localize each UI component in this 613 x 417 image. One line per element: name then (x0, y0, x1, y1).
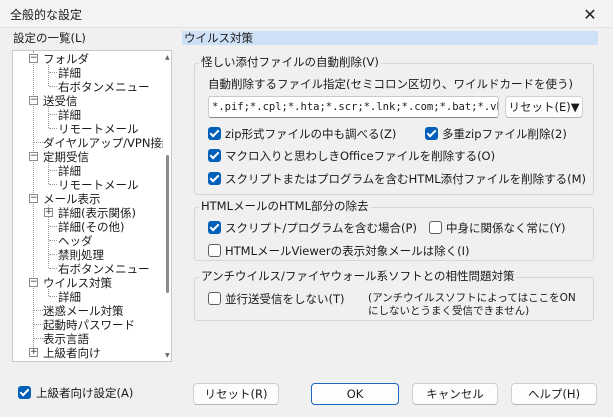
antivirus-note-line1: (アンチウイルスソフトによってはここをON (368, 292, 576, 304)
script-program-checkbox[interactable] (208, 221, 221, 234)
tree-item-folder-detail[interactable]: 詳細 (58, 66, 81, 80)
collapse-icon[interactable]: − (29, 96, 38, 105)
advanced-setting-checkbox[interactable] (18, 386, 31, 399)
panel-header: ウイルス対策 (182, 31, 598, 45)
always-remove-checkbox[interactable] (429, 221, 442, 234)
tree-item-antivirus-detail[interactable]: 詳細 (58, 290, 81, 304)
html-removal-group-label: HTMLメールのHTML部分の除去 (199, 199, 371, 213)
tree-item-scheduled-detail[interactable]: 詳細 (58, 164, 81, 178)
tree-item-mail-display[interactable]: メール表示 (43, 192, 101, 206)
antivirus-compat-group-label: アンチウイルス/ファイヤウォール系ソフトとの相性問題対策 (199, 269, 517, 283)
collapse-icon[interactable]: − (29, 278, 38, 287)
tree-item-send-receive-detail[interactable]: 詳細 (58, 108, 81, 122)
scrollbar-thumb[interactable] (166, 155, 169, 293)
window-title: 全般的な設定 (10, 8, 83, 22)
tree-item-spam[interactable]: 迷惑メール対策 (43, 304, 124, 318)
settings-tree[interactable]: − − − − + − + フォルダ 詳細 右ボタンメニュー 送受信 詳細 リモ… (12, 50, 172, 362)
tree-item-antivirus[interactable]: ウイルス対策 (43, 276, 112, 290)
expand-icon[interactable]: + (29, 348, 38, 357)
reset-button[interactable]: リセット(R) (193, 383, 279, 405)
tree-item-advanced[interactable]: 上級者向け (43, 346, 101, 360)
tree-item-folder[interactable]: フォルダ (43, 52, 89, 66)
tree-item-scheduled-receive[interactable]: 定期受信 (43, 150, 89, 164)
file-pattern-input[interactable]: *.pif;*.cpl;*.hta;*.scr;*.lnk;*.com;*.ba… (208, 96, 499, 118)
antivirus-note-line2: にしないとうまく受信できません) (368, 305, 530, 317)
viewer-exclude-label[interactable]: HTMLメールViewerの表示対象メールは除く(I) (225, 244, 469, 258)
collapse-icon[interactable]: − (29, 54, 38, 63)
cancel-button[interactable]: キャンセル (412, 383, 498, 405)
always-remove-label[interactable]: 中身に関係なく常に(Y) (446, 221, 566, 235)
tree-item-line-breaking[interactable]: 禁則処理 (58, 248, 104, 262)
tree-item-display-context-menu[interactable]: 右ボタンメニュー (58, 262, 150, 276)
parallel-receive-label[interactable]: 並行送受信をしない(T) (225, 292, 345, 306)
tree-item-display-language[interactable]: 表示言語 (43, 332, 89, 346)
tree-scrollbar[interactable]: ▲ ▼ (164, 51, 171, 361)
multi-zip-checkbox[interactable] (425, 127, 438, 140)
expand-icon[interactable]: + (44, 208, 53, 217)
tree-item-startup-password[interactable]: 起動時パスワード (43, 318, 135, 332)
panel-title: ウイルス対策 (184, 31, 253, 45)
office-macro-checkbox[interactable] (208, 149, 221, 162)
html-script-checkbox[interactable] (208, 172, 221, 185)
script-program-label[interactable]: スクリプト/プログラムを含む場合(P) (225, 221, 417, 235)
tree-item-scheduled-remote-mail[interactable]: リモートメール (58, 178, 139, 192)
tree-item-display-detail[interactable]: 詳細(表示関係) (58, 206, 136, 220)
tree-item-folder-context-menu[interactable]: 右ボタンメニュー (58, 80, 150, 94)
viewer-exclude-checkbox[interactable] (208, 244, 221, 257)
scroll-down-icon[interactable]: ▼ (165, 352, 170, 359)
tree-item-send-receive[interactable]: 送受信 (43, 94, 78, 108)
close-icon[interactable]: ✕ (567, 0, 613, 28)
advanced-setting-label[interactable]: 上級者向け設定(A) (36, 386, 133, 400)
zip-check-checkbox[interactable] (208, 127, 221, 140)
ok-button[interactable]: OK (311, 383, 399, 405)
office-macro-label[interactable]: マクロ入りと思わしきOfficeファイルを削除する(O) (225, 149, 495, 163)
tree-item-other-detail[interactable]: 詳細(その他) (58, 220, 124, 234)
title-bar: 全般的な設定 ✕ (0, 0, 613, 28)
collapse-icon[interactable]: − (29, 152, 38, 161)
pattern-reset-dropdown-button[interactable]: リセット(E)▼ (505, 96, 583, 118)
zip-check-label[interactable]: zip形式ファイルの中も調べる(Z) (225, 127, 396, 141)
suspicious-attachment-group-label: 怪しい添付ファイルの自動削除(V) (199, 55, 381, 69)
help-button[interactable]: ヘルプ(H) (511, 383, 597, 405)
tree-item-dialup-vpn[interactable]: ダイヤルアップ/VPN接続 (43, 136, 163, 150)
scroll-up-icon[interactable]: ▲ (165, 54, 170, 61)
collapse-icon[interactable]: − (29, 194, 38, 203)
tree-item-header[interactable]: ヘッダ (58, 234, 93, 248)
html-script-label[interactable]: スクリプトまたはプログラムを含むHTML添付ファイルを削除する(M) (225, 172, 586, 186)
parallel-receive-checkbox[interactable] (208, 292, 221, 305)
file-pattern-label: 自動削除するファイル指定(セミコロン区切り、ワイルドカードを使う) (208, 77, 574, 91)
tree-item-send-receive-remote-mail[interactable]: リモートメール (58, 122, 139, 136)
multi-zip-label[interactable]: 多重zipファイル削除(2) (442, 127, 567, 141)
settings-list-label: 設定の一覧(L) (13, 31, 86, 45)
